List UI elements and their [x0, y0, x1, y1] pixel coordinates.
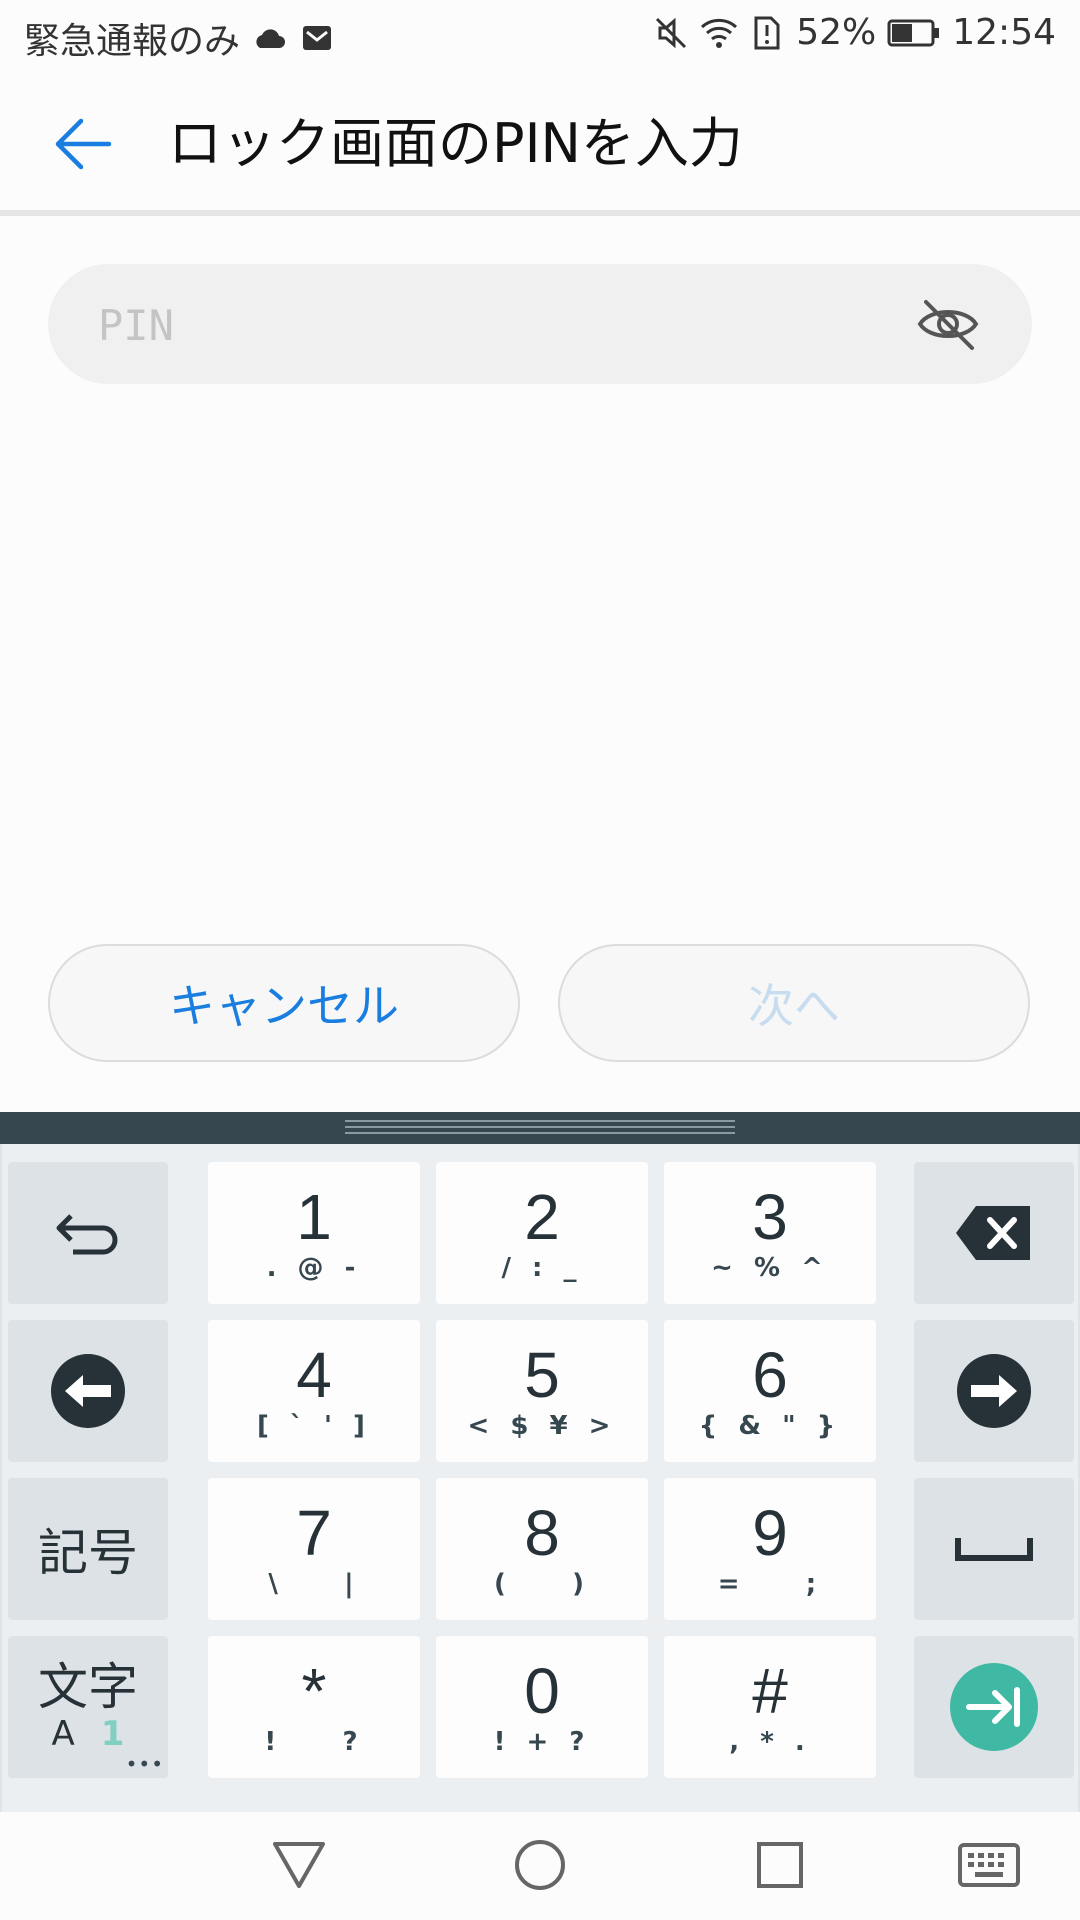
status-left: 緊急通報のみ: [24, 12, 336, 64]
nav-back-icon: [273, 1842, 325, 1888]
page-title: ロック画面のPINを入力: [168, 112, 743, 175]
key-8[interactable]: 8( ): [436, 1478, 648, 1620]
symbols-key-label: 記号: [38, 1524, 138, 1582]
space-key[interactable]: [914, 1478, 1074, 1620]
key-hash[interactable]: #, * .: [664, 1636, 876, 1778]
input-mode-key[interactable]: 文字 A1 •••: [8, 1636, 168, 1778]
emergency-calls-only-text: 緊急通報のみ: [24, 21, 241, 62]
keyboard: 記号 文字 A1 ••• 1. @ -2/ : _ 3 ~ % ^ 4[ ` ' ] 5…: [0, 1144, 1080, 1812]
key-2[interactable]: 2/ : _: [436, 1162, 648, 1304]
grip-line: [345, 1126, 735, 1128]
clock: 12:54: [952, 12, 1056, 53]
key-sub-label: \ |: [268, 1569, 360, 1599]
moji-label: 文字: [38, 1658, 138, 1716]
key-sub-label: [ ` ' ]: [257, 1411, 371, 1441]
key-sub-label: , * .: [729, 1727, 811, 1757]
next-button[interactable]: 次へ: [558, 944, 1030, 1062]
nav-home-button[interactable]: [505, 1830, 575, 1900]
grip-line: [345, 1132, 735, 1134]
nav-recents-button[interactable]: [745, 1830, 815, 1900]
key-main-label: 6: [752, 1339, 788, 1411]
wifi-icon: [700, 14, 738, 52]
header-divider: [0, 210, 1080, 216]
key-sub-label: ! ?: [264, 1727, 364, 1757]
key-sub-label: ~ % ^: [711, 1253, 829, 1283]
key-main-label: 3: [752, 1181, 788, 1253]
key-1[interactable]: 1. @ -: [208, 1162, 420, 1304]
key-sub-label: < $ ¥ >: [467, 1411, 617, 1441]
key-6[interactable]: 6{ & " }: [664, 1320, 876, 1462]
mute-icon: [652, 14, 690, 52]
key-sub-label: ! + ?: [493, 1727, 591, 1757]
nav-back-button[interactable]: [264, 1830, 334, 1900]
key-main-label: 8: [524, 1497, 560, 1569]
keyboard-icon: [958, 1843, 1020, 1887]
mail-icon: [298, 19, 336, 57]
key-main-label: 2: [524, 1181, 560, 1253]
key-3[interactable]: 3 ~ % ^: [664, 1162, 876, 1304]
arrow-left-icon: [55, 118, 112, 170]
key-main-label: 7: [296, 1497, 332, 1569]
keyboard-handle[interactable]: [0, 1112, 1080, 1144]
battery-percent: 52%: [796, 12, 877, 53]
undo-key[interactable]: [8, 1162, 168, 1304]
cursor-left-key[interactable]: [8, 1320, 168, 1462]
cursor-left-icon: [51, 1354, 125, 1428]
key-main-label: 5: [524, 1339, 560, 1411]
key-sub-label: { & " }: [698, 1411, 842, 1441]
toggle-visibility-button[interactable]: [916, 292, 980, 356]
nav-home-icon: [515, 1840, 565, 1890]
back-button[interactable]: [44, 110, 122, 178]
key-9[interactable]: 9 = ;: [664, 1478, 876, 1620]
status-bar: 緊急通報のみ 52% 12:54: [0, 0, 1080, 72]
backspace-key[interactable]: [914, 1162, 1074, 1304]
moji-sub: A1: [52, 1714, 125, 1754]
undo-icon: [56, 1214, 118, 1255]
cursor-right-key[interactable]: [914, 1320, 1074, 1462]
backspace-icon: [956, 1206, 1030, 1260]
key-main-label: 0: [524, 1655, 560, 1727]
key-5[interactable]: 5 < $ ¥ >: [436, 1320, 648, 1462]
moji-one: 1: [100, 1714, 125, 1754]
key-sub-label: / : _: [501, 1253, 583, 1283]
key-4[interactable]: 4[ ` ' ]: [208, 1320, 420, 1462]
key-sub-label: = ;: [717, 1569, 823, 1599]
key-sub-label: . @ -: [266, 1253, 362, 1283]
pin-field: [48, 264, 1032, 386]
keyboard-switch-button[interactable]: [954, 1830, 1024, 1900]
cursor-right-icon: [957, 1354, 1031, 1428]
more-dots: •••: [125, 1752, 164, 1776]
key-7[interactable]: 7 \ |: [208, 1478, 420, 1620]
enter-key[interactable]: [914, 1636, 1074, 1778]
key-main-label: 4: [296, 1339, 332, 1411]
enter-icon: [950, 1663, 1038, 1751]
symbols-key[interactable]: 記号: [8, 1478, 168, 1620]
space-icon: [955, 1538, 1033, 1561]
key-main-label: 9: [752, 1497, 788, 1569]
key-main-label: 1: [296, 1181, 332, 1253]
nav-recents-icon: [757, 1842, 803, 1888]
cloud-icon: [250, 19, 288, 57]
cancel-button[interactable]: キャンセル: [48, 944, 520, 1062]
app-bar: ロック画面のPINを入力: [0, 72, 1080, 212]
pin-input[interactable]: [96, 264, 880, 386]
key-0[interactable]: 0! + ?: [436, 1636, 648, 1778]
key-main-label: *: [301, 1655, 327, 1727]
moji-a: A: [51, 1714, 75, 1754]
status-right: 52% 12:54: [652, 12, 1056, 53]
key-sub-label: ( ): [494, 1569, 590, 1599]
navigation-bar: [0, 1812, 1080, 1920]
battery-icon: [886, 14, 942, 52]
eye-off-icon: [917, 300, 979, 350]
key-main-label: #: [752, 1655, 788, 1727]
key-star[interactable]: *! ?: [208, 1636, 420, 1778]
sim-alert-icon: [748, 14, 786, 52]
grip-line: [345, 1120, 735, 1122]
